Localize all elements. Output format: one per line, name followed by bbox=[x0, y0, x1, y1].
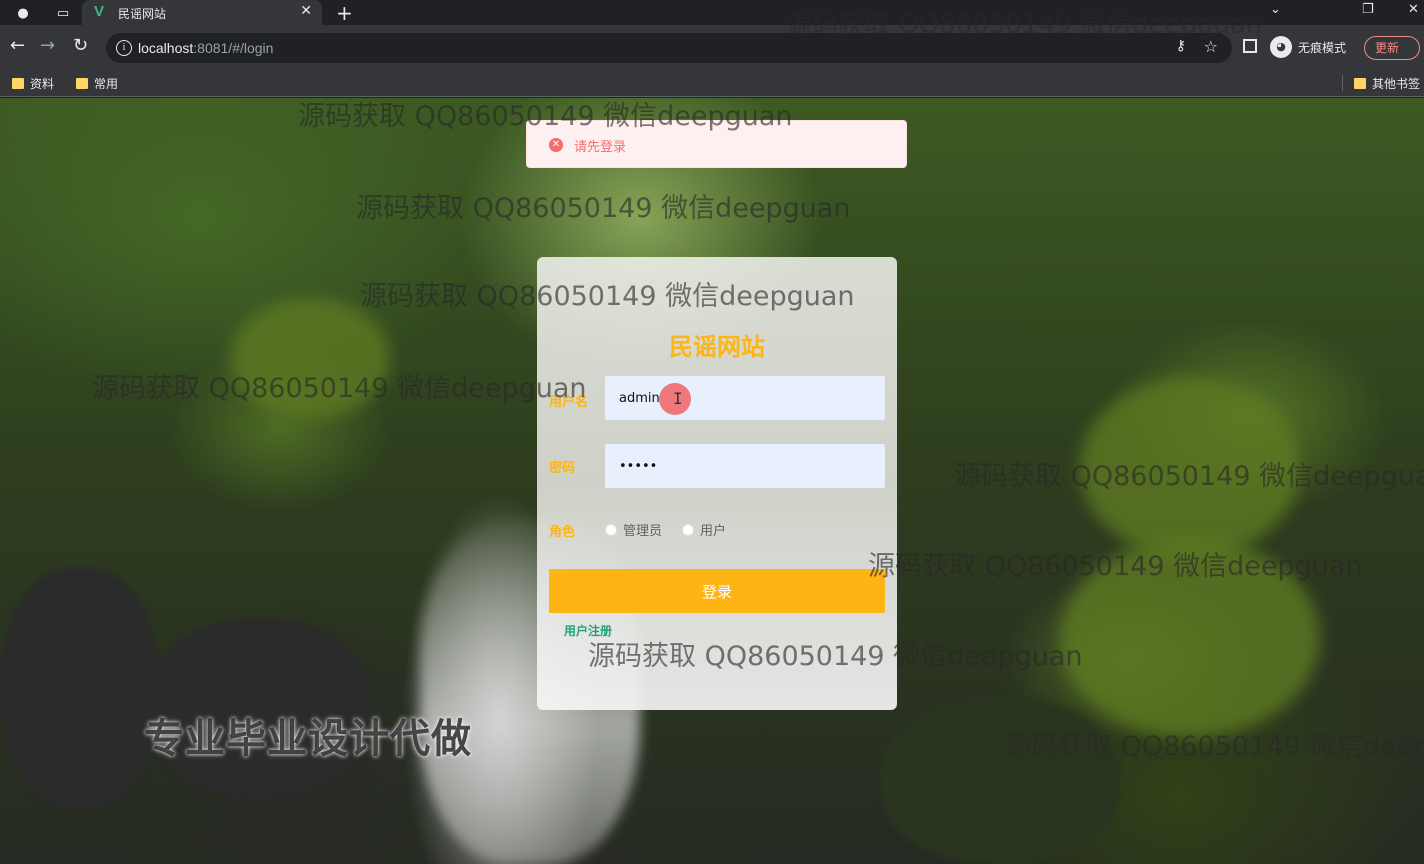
tab-active[interactable]: V 民谣网站 ✕ bbox=[82, 0, 322, 25]
error-icon: ✕ bbox=[549, 138, 563, 152]
reload-icon[interactable]: ↻ bbox=[73, 37, 88, 55]
window-close-icon[interactable]: ✕ bbox=[1408, 2, 1419, 17]
tab-title: 民谣网站 bbox=[118, 7, 167, 21]
incognito-label: 无痕模式 bbox=[1298, 40, 1347, 55]
site-title: 民谣网站 bbox=[669, 333, 765, 361]
username-label: 用户名 bbox=[549, 395, 589, 410]
chevron-down-icon[interactable]: ⌄ bbox=[1270, 2, 1281, 17]
update-button[interactable]: 更新 bbox=[1364, 36, 1420, 60]
username-field[interactable]: admin bbox=[605, 376, 885, 420]
error-toast: ✕ 请先登录 bbox=[526, 120, 907, 168]
globe-icon[interactable]: ● bbox=[14, 4, 32, 22]
background-moss bbox=[1060, 538, 1320, 738]
browser-tab-strip: ● ▭ V 民谣网站 ✕ + ⌄ ❐ ✕ bbox=[0, 0, 1424, 25]
back-icon[interactable]: ← bbox=[10, 37, 25, 55]
toast-message: 请先登录 bbox=[574, 140, 627, 155]
page-viewport: ✕ 请先登录 民谣网站 用户名 admin 密码 ••••• 角色 管理员 用户… bbox=[0, 98, 1424, 864]
key-icon[interactable]: ⚷ bbox=[1176, 38, 1186, 54]
radio-button[interactable] bbox=[605, 523, 617, 536]
info-icon[interactable]: i bbox=[116, 40, 132, 56]
close-icon[interactable]: ✕ bbox=[300, 3, 312, 19]
folder-icon bbox=[76, 78, 88, 89]
radio-button[interactable] bbox=[682, 523, 695, 536]
background-moss bbox=[230, 298, 390, 418]
background-rock bbox=[0, 568, 160, 808]
vue-icon: V bbox=[94, 3, 105, 20]
login-button[interactable]: 登录 bbox=[549, 569, 885, 613]
role-option-admin[interactable]: 管理员 bbox=[605, 520, 662, 539]
text-cursor-icon: I bbox=[673, 389, 683, 408]
bookmarks-divider bbox=[1342, 75, 1343, 91]
folder-icon bbox=[12, 78, 24, 89]
incognito-icon: ◕ bbox=[1270, 36, 1292, 58]
browser-toolbar: ← → ↻ i localhost:8081/#/login ⚷ ☆ ◕ 无痕模… bbox=[0, 25, 1424, 69]
new-tab-icon[interactable]: + bbox=[336, 1, 353, 25]
star-icon[interactable]: ☆ bbox=[1204, 37, 1218, 56]
restore-icon[interactable]: ❐ bbox=[1362, 2, 1374, 17]
role-radio-group: 管理员 用户 bbox=[605, 520, 746, 539]
other-bookmarks[interactable]: 其他书签 bbox=[1354, 75, 1420, 92]
forward-icon[interactable]: → bbox=[40, 37, 55, 55]
role-label: 角色 bbox=[549, 525, 576, 540]
login-card: 民谣网站 用户名 admin 密码 ••••• 角色 管理员 用户 登录 用户注… bbox=[537, 257, 897, 710]
folder-icon bbox=[1354, 78, 1366, 89]
watermark-text: 源码获取 QQ86050149 微信deepguan bbox=[356, 193, 851, 224]
password-value: ••••• bbox=[619, 458, 658, 474]
bookmarks-bar: 资料 常用 其他书签 bbox=[0, 69, 1424, 97]
incognito-indicator[interactable]: ◕ 无痕模式 bbox=[1270, 36, 1346, 58]
address-bar[interactable]: i localhost:8081/#/login ⚷ ☆ bbox=[106, 33, 1232, 63]
background-moss bbox=[1080, 378, 1300, 558]
url-text[interactable]: localhost:8081/#/login bbox=[138, 40, 273, 56]
background-rock bbox=[880, 698, 1120, 864]
tab-search-icon[interactable]: ▭ bbox=[54, 4, 72, 22]
password-label: 密码 bbox=[549, 461, 576, 476]
role-option-user[interactable]: 用户 bbox=[682, 520, 726, 539]
register-link[interactable]: 用户注册 bbox=[564, 622, 612, 639]
side-panel-icon[interactable] bbox=[1243, 39, 1257, 53]
bookmark-folder-1[interactable]: 资料 bbox=[12, 75, 54, 92]
bookmark-folder-2[interactable]: 常用 bbox=[76, 75, 118, 92]
username-value: admin bbox=[619, 390, 660, 406]
password-field[interactable]: ••••• bbox=[605, 444, 885, 488]
promo-text: 专业毕业设计代做 bbox=[144, 716, 472, 762]
